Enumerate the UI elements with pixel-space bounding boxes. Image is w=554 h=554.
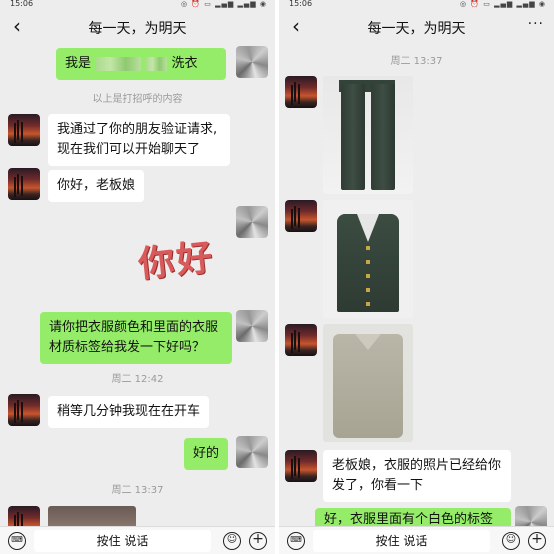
my-avatar[interactable] xyxy=(236,436,268,468)
status-bar: 15:06 ◎ ⏰ ▭ ▂▄▆ ▂▄▆ ◉ xyxy=(0,0,275,10)
my-avatar[interactable] xyxy=(236,310,268,342)
message-text: 好的 xyxy=(193,446,220,461)
message-bubble-hello[interactable]: 你好，老板娘 xyxy=(48,170,145,202)
message-bubble-driving[interactable]: 稍等几分钟我现在在开车 xyxy=(48,396,210,428)
status-icons: ◎ ⏰ ▭ ▂▄▆ ▂▄▆ ◉ xyxy=(181,0,267,8)
message-text: 你好，老板娘 xyxy=(57,178,136,193)
message-text: 老板娘，衣服的照片已经给你 xyxy=(332,458,502,473)
system-note: 以上是打招呼的内容 xyxy=(92,94,183,105)
more-dots-icon[interactable]: ··· xyxy=(528,16,544,32)
timestamp: 周二 13:37 xyxy=(111,485,164,496)
message-text: 好，衣服里面有个白色的标签 xyxy=(324,512,494,527)
timestamp: 周二 12:42 xyxy=(111,374,164,385)
message-bubble-photos-sent[interactable]: 老板娘，衣服的照片已经给你 发了，你看一下 xyxy=(323,450,511,502)
message-text: 请你把衣服颜色和里面的衣服 xyxy=(49,320,219,335)
hold-to-talk-button[interactable]: 按住 说话 xyxy=(313,530,490,552)
chat-screen-right: 15:06 ◎ ⏰ ▭ ▂▄▆ ▂▄▆ ◉ ‹ 每一天，为明天 ··· 周二 1… xyxy=(279,0,554,554)
greeting-prefix: 我是 xyxy=(65,56,92,71)
contact-avatar[interactable] xyxy=(285,76,317,108)
status-time: 15:06 xyxy=(289,0,313,8)
contact-avatar[interactable] xyxy=(8,168,40,200)
greeting-suffix: 洗衣 xyxy=(171,56,198,71)
message-bubble-verified[interactable]: 我通过了你的朋友验证请求, 现在我们可以开始聊天了 xyxy=(48,114,230,166)
contact-avatar[interactable] xyxy=(8,114,40,146)
my-avatar[interactable] xyxy=(236,46,268,78)
pants-leg-shape xyxy=(341,84,365,190)
status-bar: 15:06 ◎ ⏰ ▭ ▂▄▆ ▂▄▆ ◉ xyxy=(279,0,554,10)
contact-avatar[interactable] xyxy=(285,324,317,356)
input-bar: ⌨ 按住 说话 ☺ + xyxy=(279,526,554,554)
timestamp: 周二 13:37 xyxy=(390,56,443,67)
status-icons: ◎ ⏰ ▭ ▂▄▆ ▂▄▆ ◉ xyxy=(460,0,546,8)
my-avatar[interactable] xyxy=(236,206,268,238)
photo-message-jacket[interactable] xyxy=(323,200,413,318)
input-bar: ⌨ 按住 说话 ☺ + xyxy=(0,526,275,554)
message-bubble-ok[interactable]: 好的 xyxy=(184,438,229,470)
message-text: 现在我们可以开始聊天了 xyxy=(57,142,201,157)
redacted-name-blur xyxy=(95,56,142,71)
status-time: 15:06 xyxy=(10,0,34,8)
jacket-buttons-shape xyxy=(366,246,370,306)
keyboard-icon[interactable]: ⌨ xyxy=(8,532,26,550)
message-bubble-greeting[interactable]: 我是 洗衣 xyxy=(56,48,226,80)
chat-title: 每一天，为明天 xyxy=(367,21,466,37)
contact-avatar[interactable] xyxy=(8,394,40,426)
message-text: 我通过了你的朋友验证请求, xyxy=(57,122,218,137)
redacted-name-blur-2 xyxy=(145,56,168,71)
plus-icon[interactable]: + xyxy=(528,532,546,550)
chat-title: 每一天，为明天 xyxy=(88,21,187,37)
contact-avatar[interactable] xyxy=(285,200,317,232)
hold-to-talk-button[interactable]: 按住 说话 xyxy=(34,530,211,552)
sticker-message[interactable]: 你好 xyxy=(135,228,216,288)
pants-leg-shape xyxy=(371,84,395,190)
plus-icon[interactable]: + xyxy=(249,532,267,550)
photo-message-pants[interactable] xyxy=(323,76,413,194)
chat-header: ‹ 每一天，为明天 xyxy=(0,10,275,46)
chat-screen-left: 15:06 ◎ ⏰ ▭ ▂▄▆ ▂▄▆ ◉ ‹ 每一天，为明天 我是 洗衣 以上… xyxy=(0,0,275,554)
chat-header: ‹ 每一天，为明天 ··· xyxy=(279,10,554,46)
photo-message-shirt[interactable] xyxy=(323,324,413,442)
emoji-icon[interactable]: ☺ xyxy=(502,532,520,550)
keyboard-icon[interactable]: ⌨ xyxy=(287,532,305,550)
emoji-icon[interactable]: ☺ xyxy=(223,532,241,550)
message-text: 材质标签给我发一下好吗？ xyxy=(49,340,206,355)
message-text: 稍等几分钟我现在在开车 xyxy=(57,404,201,419)
contact-avatar[interactable] xyxy=(285,450,317,482)
message-bubble-request[interactable]: 请你把衣服颜色和里面的衣服 材质标签给我发一下好吗？ xyxy=(40,312,232,364)
message-text: 发了，你看一下 xyxy=(332,478,424,493)
